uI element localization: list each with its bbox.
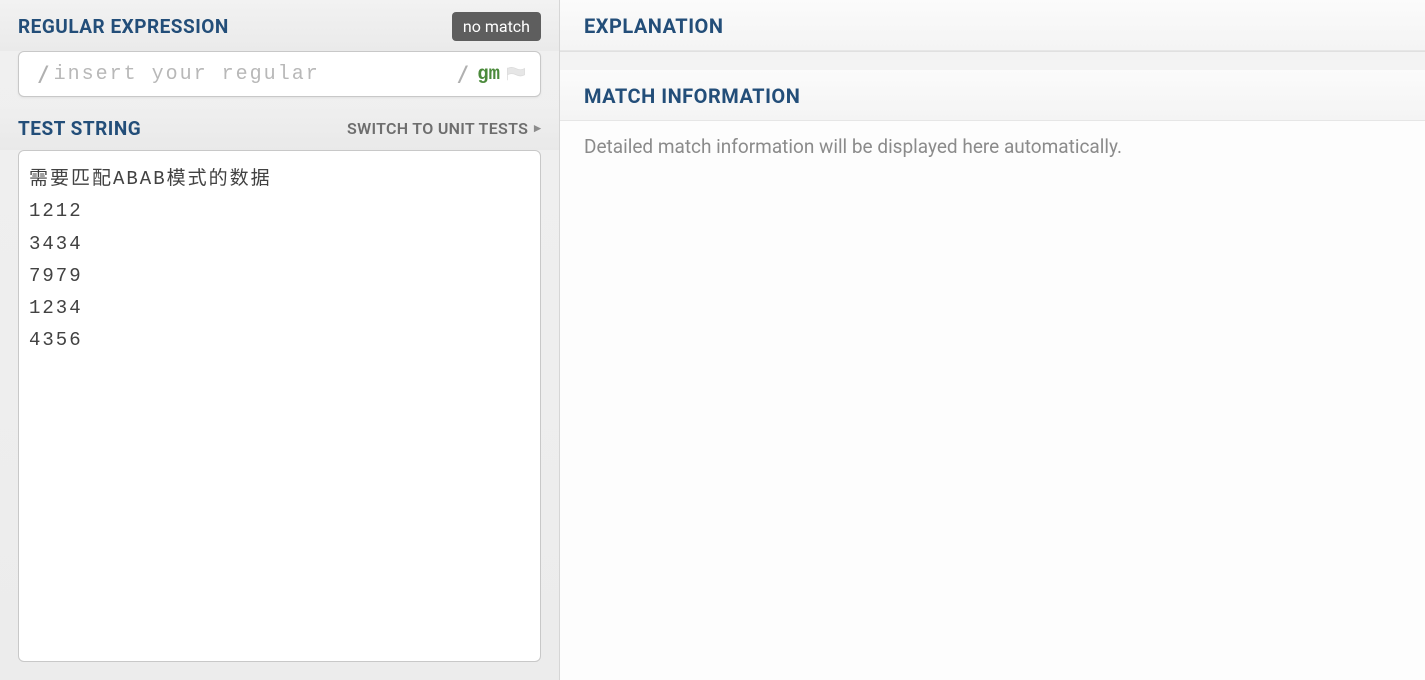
test-header: TEST STRING SWITCH TO UNIT TESTS ▸ <box>0 107 559 150</box>
match-info-title: MATCH INFORMATION <box>560 70 1425 121</box>
match-info-body: Detailed match information will be displ… <box>560 121 1425 176</box>
regex-title: REGULAR EXPRESSION <box>18 15 229 38</box>
switch-to-unit-tests-link[interactable]: SWITCH TO UNIT TESTS ▸ <box>347 119 541 138</box>
regex-header: REGULAR EXPRESSION no match <box>0 0 559 51</box>
switch-to-unit-tests-label: SWITCH TO UNIT TESTS <box>347 119 528 138</box>
explanation-section: EXPLANATION <box>560 0 1425 52</box>
regex-open-delim: / <box>33 62 54 86</box>
flag-icon[interactable] <box>506 67 526 81</box>
test-string-input[interactable]: 需要匹配ABAB模式的数据 1212 3434 7979 1234 4356 <box>18 150 541 662</box>
section-spacer <box>560 52 1425 70</box>
left-panel: REGULAR EXPRESSION no match / / gm TEST … <box>0 0 560 680</box>
regex-close-delim: / <box>453 62 474 86</box>
regex-input-container[interactable]: / / gm <box>18 51 541 97</box>
explanation-title: EXPLANATION <box>560 0 1425 51</box>
match-info-section: MATCH INFORMATION Detailed match informa… <box>560 70 1425 680</box>
regex-input[interactable] <box>54 63 453 86</box>
regex-flags[interactable]: gm <box>473 63 500 85</box>
chevron-right-icon: ▸ <box>534 121 541 136</box>
match-status-badge: no match <box>452 12 541 41</box>
test-title: TEST STRING <box>18 117 141 140</box>
right-panel: EXPLANATION MATCH INFORMATION Detailed m… <box>560 0 1425 680</box>
